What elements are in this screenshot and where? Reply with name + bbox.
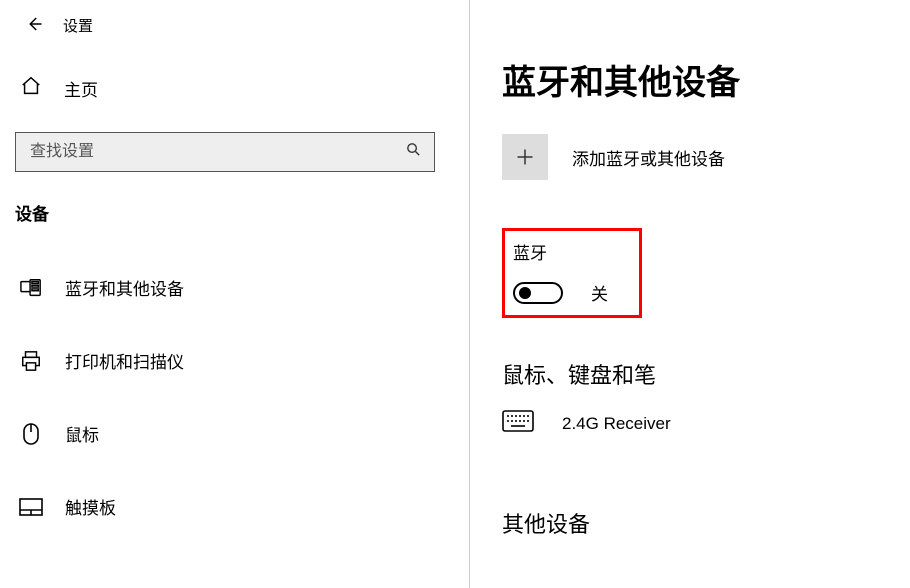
sidebar-item-label: 打印机和扫描仪 — [65, 348, 184, 373]
keyboard-icon — [502, 410, 534, 437]
sidebar-item-mouse[interactable]: 鼠标 — [15, 411, 454, 456]
main-panel: 蓝牙和其他设备 添加蓝牙或其他设备 蓝牙 关 鼠标、键盘和笔 — [470, 0, 910, 588]
settings-window: 设置 主页 设备 — [0, 0, 910, 588]
bluetooth-toggle[interactable] — [513, 282, 563, 304]
bluetooth-state: 关 — [591, 280, 608, 305]
sidebar-item-label: 蓝牙和其他设备 — [65, 275, 184, 300]
window-title: 设置 — [63, 15, 93, 36]
add-device-row[interactable]: 添加蓝牙或其他设备 — [502, 134, 910, 180]
titlebar: 设置 — [15, 0, 454, 50]
mouse-icon — [19, 422, 43, 446]
home-label: 主页 — [64, 76, 98, 101]
add-device-label: 添加蓝牙或其他设备 — [572, 145, 725, 170]
toggle-knob — [519, 287, 531, 299]
sidebar-item-touchpad[interactable]: 触摸板 — [15, 484, 454, 529]
home-nav[interactable]: 主页 — [15, 75, 454, 102]
sidebar-item-printers[interactable]: 打印机和扫描仪 — [15, 338, 454, 383]
sidebar: 设置 主页 设备 — [0, 0, 470, 588]
home-icon — [20, 75, 42, 102]
sidebar-item-label: 触摸板 — [65, 494, 116, 519]
bluetooth-highlight-box: 蓝牙 关 — [502, 228, 642, 318]
devices-icon — [19, 278, 43, 298]
device-row[interactable]: 2.4G Receiver — [502, 410, 910, 437]
sidebar-item-bluetooth[interactable]: 蓝牙和其他设备 — [15, 265, 454, 310]
back-icon[interactable] — [25, 15, 43, 36]
plus-icon[interactable] — [502, 134, 548, 180]
section-other-devices: 其他设备 — [502, 507, 910, 539]
device-label: 2.4G Receiver — [562, 414, 671, 434]
sidebar-item-label: 鼠标 — [65, 421, 99, 446]
section-mouse-keyboard: 鼠标、键盘和笔 — [502, 358, 910, 390]
bluetooth-toggle-row: 关 — [513, 280, 631, 305]
search-input[interactable] — [28, 142, 405, 162]
sidebar-category: 设备 — [15, 200, 454, 225]
printer-icon — [19, 350, 43, 372]
search-icon[interactable] — [405, 141, 422, 163]
touchpad-icon — [19, 498, 43, 516]
sidebar-nav: 蓝牙和其他设备 打印机和扫描仪 — [15, 265, 454, 529]
bluetooth-label: 蓝牙 — [513, 239, 631, 264]
search-box[interactable] — [15, 132, 435, 172]
page-title: 蓝牙和其他设备 — [502, 55, 910, 104]
